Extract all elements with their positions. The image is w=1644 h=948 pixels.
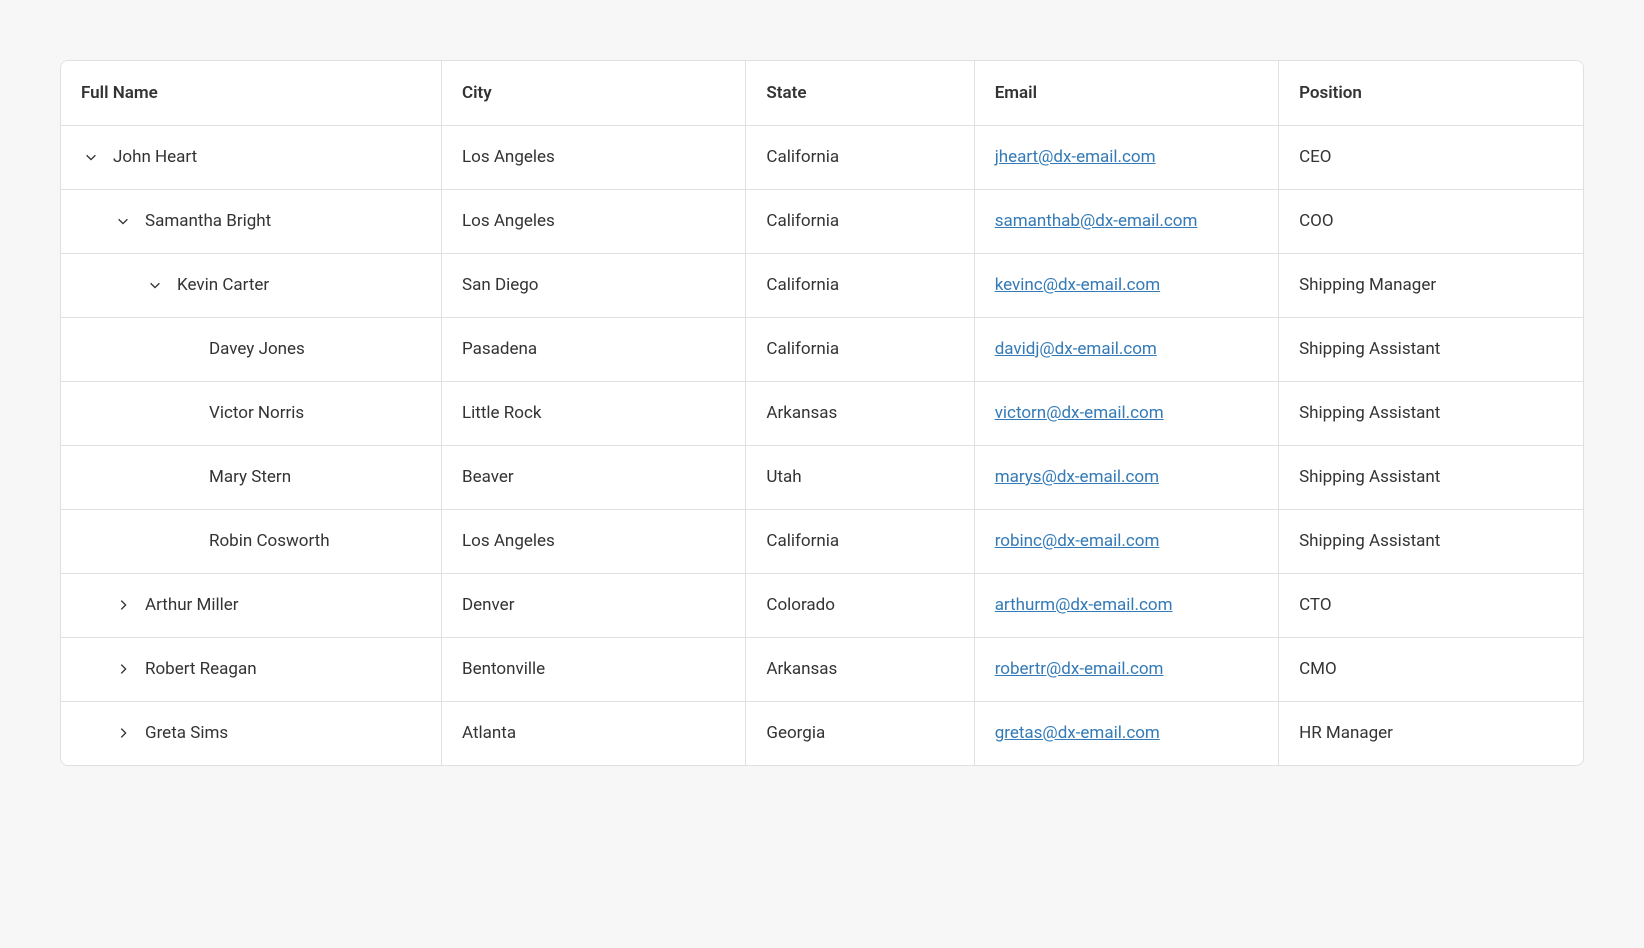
email-link[interactable]: kevinc@dx-email.com [995, 275, 1160, 295]
cell-email: gretas@dx-email.com [974, 701, 1278, 765]
cell-city: San Diego [442, 253, 746, 317]
email-link[interactable]: robertr@dx-email.com [995, 659, 1164, 679]
row-name-text: Davey Jones [209, 339, 305, 359]
tree-row[interactable]: Robert Reagan BentonvilleArkansas robertr@… [61, 637, 1583, 701]
cell-state: California [746, 189, 974, 253]
cell-state: Colorado [746, 573, 974, 637]
tree-row[interactable]: John Heart Los AngelesCalifornia jheart@dx… [61, 125, 1583, 189]
cell-city: Bentonville [442, 637, 746, 701]
cell-full-name: Samantha Bright [61, 189, 442, 253]
cell-full-name: Robin Cosworth [61, 509, 442, 573]
tree-row[interactable]: Robin Cosworth Los AngelesCalifornia robin… [61, 509, 1583, 573]
cell-full-name: John Heart [61, 125, 442, 189]
cell-email: kevinc@dx-email.com [974, 253, 1278, 317]
cell-position: CMO [1279, 637, 1583, 701]
cell-state: Arkansas [746, 381, 974, 445]
table-body: John HeartLos AngelesCaliforniajheart@dx… [61, 125, 1583, 765]
column-header-full-name[interactable]: Full Name [61, 61, 442, 125]
email-link[interactable]: davidj@dx-email.com [995, 339, 1157, 359]
tree-row[interactable]: Arthur Miller DenverColorado arthurm@dx-em… [61, 573, 1583, 637]
tree-row[interactable]: Samantha Bright Los AngelesCalifornia sama… [61, 189, 1583, 253]
cell-city: Los Angeles [442, 509, 746, 573]
cell-position: CTO [1279, 573, 1583, 637]
cell-email: jheart@dx-email.com [974, 125, 1278, 189]
cell-city: Little Rock [442, 381, 746, 445]
cell-email: robertr@dx-email.com [974, 637, 1278, 701]
row-name-text: Kevin Carter [177, 275, 269, 295]
cell-position: COO [1279, 189, 1583, 253]
email-link[interactable]: robinc@dx-email.com [995, 531, 1160, 551]
row-name-text: Victor Norris [209, 403, 304, 423]
cell-position: Shipping Assistant [1279, 445, 1583, 509]
tree-list: Full Name City State Email Position John… [60, 60, 1584, 766]
cell-state: California [746, 509, 974, 573]
row-name-text: Samantha Bright [145, 211, 271, 231]
cell-full-name: Davey Jones [61, 317, 442, 381]
cell-state: Utah [746, 445, 974, 509]
cell-city: Atlanta [442, 701, 746, 765]
table-header: Full Name City State Email Position [61, 61, 1583, 125]
cell-state: California [746, 317, 974, 381]
cell-email: arthurm@dx-email.com [974, 573, 1278, 637]
column-header-state[interactable]: State [746, 61, 974, 125]
cell-city: Los Angeles [442, 189, 746, 253]
email-link[interactable]: victorn@dx-email.com [995, 403, 1164, 423]
row-name-text: Arthur Miller [145, 595, 239, 615]
cell-state: California [746, 125, 974, 189]
chevron-right-icon[interactable] [113, 659, 133, 679]
tree-row[interactable]: Victor Norris Little RockArkansas victorn@… [61, 381, 1583, 445]
chevron-down-icon[interactable] [145, 275, 165, 295]
tree-row[interactable]: Greta Sims AtlantaGeorgia gretas@dx-email.… [61, 701, 1583, 765]
cell-state: Georgia [746, 701, 974, 765]
cell-email: marys@dx-email.com [974, 445, 1278, 509]
chevron-right-icon[interactable] [113, 595, 133, 615]
cell-city: Los Angeles [442, 125, 746, 189]
cell-full-name: Victor Norris [61, 381, 442, 445]
chevron-down-icon[interactable] [81, 147, 101, 167]
email-link[interactable]: jheart@dx-email.com [995, 147, 1156, 167]
cell-email: samanthab@dx-email.com [974, 189, 1278, 253]
email-link[interactable]: arthurm@dx-email.com [995, 595, 1173, 615]
row-name-text: John Heart [113, 147, 197, 167]
column-header-city[interactable]: City [442, 61, 746, 125]
email-link[interactable]: gretas@dx-email.com [995, 723, 1160, 743]
tree-row[interactable]: Davey Jones PasadenaCalifornia davidj@dx-e… [61, 317, 1583, 381]
cell-full-name: Arthur Miller [61, 573, 442, 637]
cell-state: California [746, 253, 974, 317]
cell-full-name: Kevin Carter [61, 253, 442, 317]
cell-email: robinc@dx-email.com [974, 509, 1278, 573]
row-name-text: Robin Cosworth [209, 531, 330, 551]
cell-position: Shipping Manager [1279, 253, 1583, 317]
cell-city: Denver [442, 573, 746, 637]
cell-position: Shipping Assistant [1279, 381, 1583, 445]
cell-position: Shipping Assistant [1279, 509, 1583, 573]
cell-state: Arkansas [746, 637, 974, 701]
tree-table: Full Name City State Email Position John… [61, 61, 1583, 765]
cell-position: CEO [1279, 125, 1583, 189]
row-name-text: Mary Stern [209, 467, 291, 487]
cell-email: davidj@dx-email.com [974, 317, 1278, 381]
cell-city: Beaver [442, 445, 746, 509]
cell-email: victorn@dx-email.com [974, 381, 1278, 445]
cell-position: HR Manager [1279, 701, 1583, 765]
cell-city: Pasadena [442, 317, 746, 381]
cell-full-name: Robert Reagan [61, 637, 442, 701]
chevron-right-icon[interactable] [113, 723, 133, 743]
email-link[interactable]: marys@dx-email.com [995, 467, 1159, 487]
email-link[interactable]: samanthab@dx-email.com [995, 211, 1198, 231]
tree-row[interactable]: Kevin Carter San DiegoCalifornia kevinc@dx… [61, 253, 1583, 317]
cell-full-name: Mary Stern [61, 445, 442, 509]
cell-full-name: Greta Sims [61, 701, 442, 765]
row-name-text: Greta Sims [145, 723, 228, 743]
chevron-down-icon[interactable] [113, 211, 133, 231]
column-header-email[interactable]: Email [974, 61, 1278, 125]
cell-position: Shipping Assistant [1279, 317, 1583, 381]
row-name-text: Robert Reagan [145, 659, 257, 679]
tree-row[interactable]: Mary Stern BeaverUtah marys@dx-email.com Sh… [61, 445, 1583, 509]
column-header-position[interactable]: Position [1279, 61, 1583, 125]
